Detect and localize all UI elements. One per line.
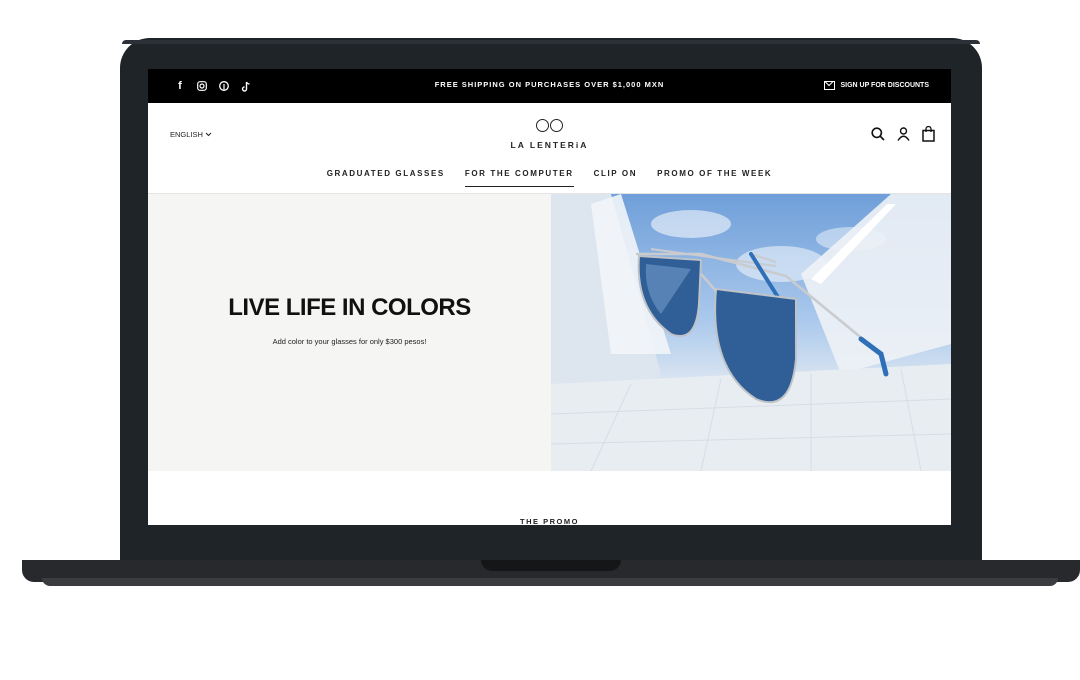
signup-label: SIGN UP FOR DISCOUNTS bbox=[840, 82, 929, 89]
hero-image[interactable] bbox=[551, 194, 951, 471]
hero-title: LIVE LIFE IN COLORS bbox=[228, 294, 471, 321]
laptop-base-foot bbox=[42, 578, 1058, 586]
header-icons bbox=[871, 125, 935, 147]
logo-text: LA LENTERiA bbox=[510, 140, 589, 150]
laptop-notch bbox=[481, 560, 621, 571]
promo-section: THE PROMO bbox=[148, 471, 951, 525]
bag-icon[interactable] bbox=[922, 125, 935, 147]
nav-promo-of-the-week[interactable]: PROMO OF THE WEEK bbox=[657, 169, 772, 187]
user-icon[interactable] bbox=[897, 127, 910, 146]
nav-clip-on[interactable]: CLIP ON bbox=[594, 169, 638, 187]
website-screen: f FREE SHIPPING ON PURCHASES OVER $1,000… bbox=[148, 69, 951, 525]
hero-text-panel: LIVE LIFE IN COLORS Add color to your gl… bbox=[148, 194, 551, 471]
site-logo[interactable]: LA LENTERiA bbox=[148, 119, 951, 150]
glasses-logo-icon bbox=[536, 119, 563, 132]
main-navigation: GRADUATED GLASSES FOR THE COMPUTER CLIP … bbox=[148, 169, 951, 187]
nav-graduated-glasses[interactable]: GRADUATED GLASSES bbox=[327, 169, 445, 187]
sunglasses-image bbox=[551, 194, 951, 471]
nav-for-the-computer[interactable]: FOR THE COMPUTER bbox=[464, 169, 574, 187]
announcement-bar: f FREE SHIPPING ON PURCHASES OVER $1,000… bbox=[148, 69, 951, 103]
signup-link[interactable]: SIGN UP FOR DISCOUNTS bbox=[824, 81, 929, 90]
hero-subtitle: Add color to your glasses for only $300 … bbox=[272, 337, 427, 346]
search-icon[interactable] bbox=[871, 127, 885, 146]
mail-icon bbox=[824, 81, 836, 90]
promo-title: THE PROMO bbox=[520, 517, 579, 525]
laptop-bezel bbox=[122, 40, 980, 44]
